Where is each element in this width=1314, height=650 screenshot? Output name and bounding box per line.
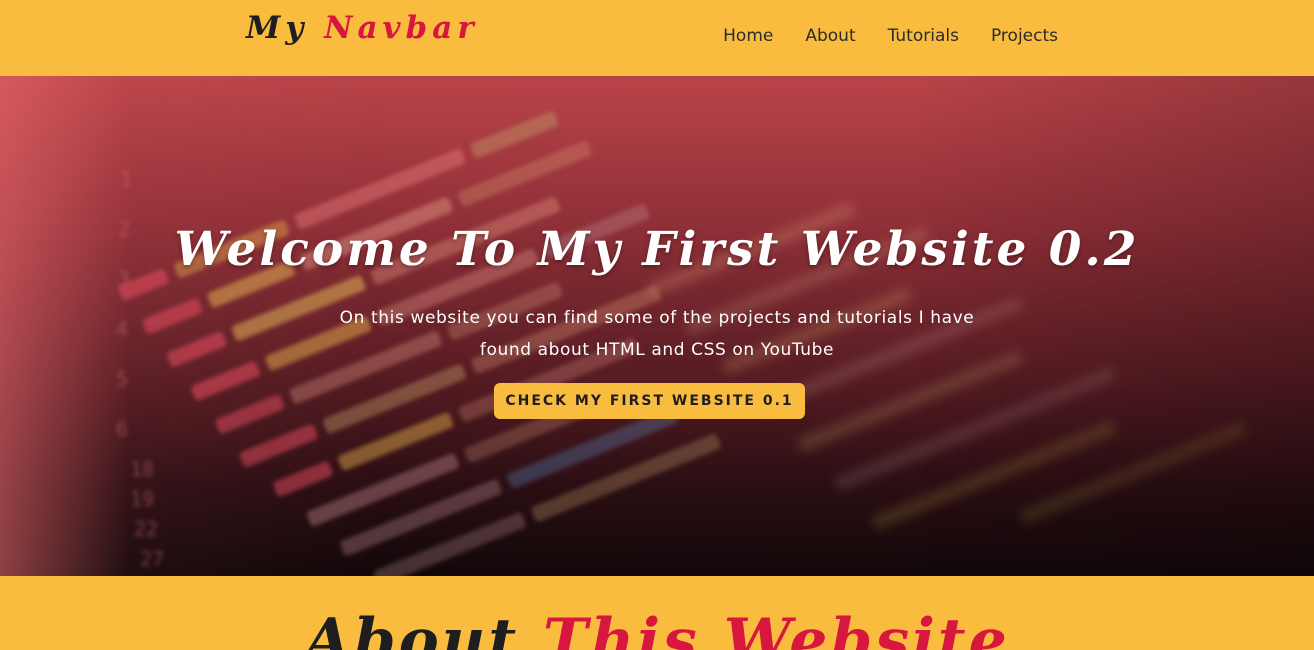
hero-description: On this website you can find some of the…	[339, 308, 975, 360]
hero-title: Welcome To My First Website 0.2	[174, 222, 1140, 277]
hero-content: Welcome To My First Website 0.2 On this …	[0, 76, 1314, 576]
navbar: My Navbar Home About Tutorials Projects	[0, 0, 1314, 76]
about-section: About This Website	[0, 576, 1314, 650]
nav-link-tutorials[interactable]: Tutorials	[888, 26, 959, 46]
nav-link-about[interactable]: About	[805, 26, 855, 46]
about-title-part2: This Website	[542, 606, 1010, 650]
site-logo[interactable]: My Navbar	[246, 10, 479, 46]
check-first-website-button[interactable]: CHECK MY FIRST WEBSITE 0.1	[494, 383, 805, 419]
nav-link-projects[interactable]: Projects	[991, 26, 1058, 46]
logo-text-my: My	[246, 10, 309, 46]
nav-link-home[interactable]: Home	[723, 26, 773, 46]
hero-section: 123 456 181922 27	[0, 76, 1314, 576]
about-title-part1: About	[304, 606, 520, 650]
logo-text-navbar: Navbar	[324, 10, 479, 46]
about-title: About This Website	[0, 606, 1314, 650]
nav-links: Home About Tutorials Projects	[723, 26, 1058, 46]
